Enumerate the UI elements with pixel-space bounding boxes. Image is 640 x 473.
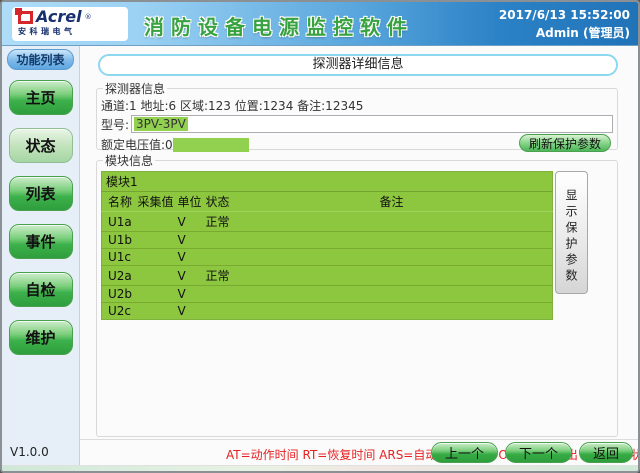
module-info-label: 模块信息: [103, 152, 155, 169]
rated-voltage-label: 额定电压值:: [101, 136, 165, 153]
col-status: 状态: [204, 192, 378, 212]
sidebar-item-events[interactable]: 事件: [9, 224, 73, 259]
refresh-protection-params-button[interactable]: 刷新保护参数: [519, 134, 611, 152]
sidebar-item-home[interactable]: 主页: [9, 80, 73, 115]
sidebar-item-selfcheck[interactable]: 自检: [9, 272, 73, 307]
previous-button[interactable]: 上一个: [431, 442, 498, 463]
datetime-display: 2017/6/13 15:52:00: [499, 6, 630, 24]
detector-summary: 通道:1 地址:6 区域:123 位置:1234 备注:12345: [101, 98, 613, 114]
sidebar: 功能列表 主页 状态 列表 事件 自检 维护 V1.0.0: [2, 46, 80, 465]
sidebar-header: 功能列表: [7, 49, 74, 70]
footer-bar: AT=动作时间 RT=恢复时间 ARS=自动恢复开关 DO=开关量输出 PS=保…: [80, 439, 638, 465]
col-value: 采集值: [136, 192, 176, 212]
module-row[interactable]: U1cV: [102, 249, 553, 266]
module-row[interactable]: U1bV: [102, 232, 553, 249]
rated-voltage-highlight: [173, 138, 249, 152]
model-value: 3PV-3PV: [134, 117, 188, 131]
col-note: 备注: [378, 192, 553, 212]
brand-name: Acrel: [36, 9, 82, 25]
module-table: 模块1 名称 采集值 单位 状态 备注 U1aV正常U1bVU1cVU2aV正常…: [101, 171, 553, 320]
module-table-header: 名称 采集值 单位 状态 备注: [102, 192, 553, 212]
window-bottom-edge: [2, 465, 638, 473]
detector-info-label: 探测器信息: [103, 80, 167, 97]
module-row[interactable]: U2aV正常: [102, 266, 553, 286]
next-button[interactable]: 下一个: [505, 442, 572, 463]
col-unit: 单位: [176, 192, 204, 212]
sidebar-item-status[interactable]: 状态: [9, 128, 73, 163]
module-row[interactable]: U1aV正常: [102, 212, 553, 232]
main-panel: 探测器详细信息 探测器信息 通道:1 地址:6 区域:123 位置:1234 备…: [80, 46, 638, 465]
module-title: 模块1: [102, 172, 553, 192]
model-label: 型号:: [101, 116, 129, 133]
module-table-body: U1aV正常U1bVU1cVU2aV正常U2bVU2cV: [102, 212, 553, 320]
app-window: Acrel ® 安科瑞电气 消防设备电源监控软件 2017/6/13 15:52…: [0, 0, 640, 473]
back-button[interactable]: 返回: [579, 442, 633, 463]
version-label: V1.0.0: [10, 445, 49, 459]
module-row[interactable]: U2bV: [102, 286, 553, 303]
model-field[interactable]: 3PV-3PV: [131, 115, 613, 133]
module-row[interactable]: U2cV: [102, 303, 553, 320]
sidebar-item-list[interactable]: 列表: [9, 176, 73, 211]
brand-subtitle: 安科瑞电气: [18, 26, 122, 37]
app-title: 消防设备电源监控软件: [144, 11, 414, 40]
logged-in-user: Admin (管理员): [499, 24, 630, 42]
sidebar-item-maintenance[interactable]: 维护: [9, 320, 73, 355]
col-name: 名称: [102, 192, 136, 212]
show-protection-params-button[interactable]: 显示保护参数: [555, 171, 588, 294]
registered-mark: ®: [85, 13, 92, 21]
rated-voltage-value: 0: [165, 138, 173, 152]
detector-info-group: 探测器信息 通道:1 地址:6 区域:123 位置:1234 备注:12345 …: [96, 80, 618, 150]
page-title: 探测器详细信息: [98, 54, 618, 76]
module-info-group: 模块信息 模块1 名称 采集值 单位 状态: [96, 152, 618, 437]
acrel-logo-icon: [18, 11, 33, 24]
header-bar: Acrel ® 安科瑞电气 消防设备电源监控软件 2017/6/13 15:52…: [2, 2, 638, 46]
acrel-logo: Acrel ® 安科瑞电气: [12, 7, 128, 41]
